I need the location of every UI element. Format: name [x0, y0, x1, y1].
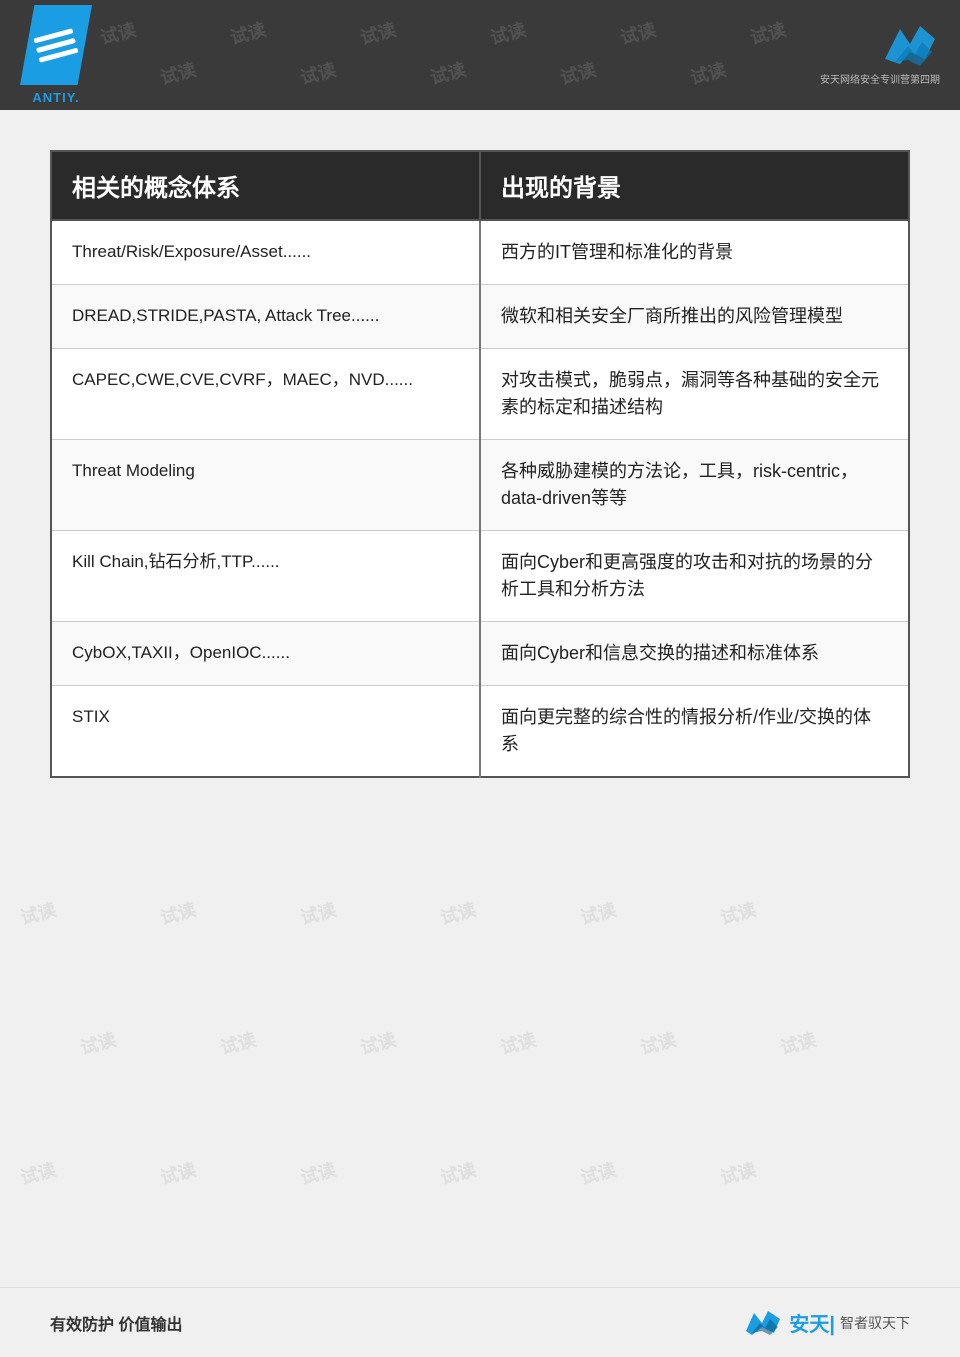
brand-subtitle: 安天网络安全专训营第四期: [820, 71, 940, 86]
concept-table: 相关的概念体系 出现的背景 Threat/Risk/Exposure/Asset…: [50, 150, 910, 778]
wm-2: 试读: [227, 16, 269, 50]
wm-4: 试读: [487, 16, 529, 50]
wm-10: 试读: [557, 56, 599, 90]
page-wm-41: 试读: [297, 896, 339, 930]
table-cell-col1: CAPEC,CWE,CVE,CVRF，MAEC，NVD......: [51, 349, 480, 440]
col2-header: 出现的背景: [480, 151, 909, 220]
wm-9: 试读: [427, 56, 469, 90]
page-wm-55: 试读: [577, 1156, 619, 1190]
table-cell-col1: CybOX,TAXII，OpenIOC......: [51, 622, 480, 686]
page-wm-46: 试读: [217, 1026, 259, 1060]
footer: 有效防护 价值输出 安天| 智者驭天下: [0, 1287, 960, 1357]
footer-brand-text: 安天|: [789, 1308, 835, 1337]
footer-brand-sub: 智者驭天下: [840, 1313, 910, 1333]
wm-11: 试读: [687, 56, 729, 90]
table-cell-col1: Threat/Risk/Exposure/Asset......: [51, 220, 480, 285]
logo-container: ANTIY.: [20, 5, 92, 105]
table-cell-col1: DREAD,STRIDE,PASTA, Attack Tree......: [51, 285, 480, 349]
wm-7: 试读: [157, 56, 199, 90]
table-cell-col2: 各种威胁建模的方法论，工具，risk-centric，data-driven等等: [480, 440, 909, 531]
logo-box: [20, 5, 92, 85]
table-row: DREAD,STRIDE,PASTA, Attack Tree......微软和…: [51, 285, 909, 349]
page-wm-42: 试读: [437, 896, 479, 930]
wm-5: 试读: [617, 16, 659, 50]
table-row: CybOX,TAXII，OpenIOC......面向Cyber和信息交换的描述…: [51, 622, 909, 686]
wm-3: 试读: [357, 16, 399, 50]
table-row: Kill Chain,钻石分析,TTP......面向Cyber和更高强度的攻击…: [51, 531, 909, 622]
table-cell-col2: 面向Cyber和更高强度的攻击和对抗的场景的分析工具和分析方法: [480, 531, 909, 622]
header-watermarks: 试读 试读 试读 试读 试读 试读 试读 试读 试读 试读 试读: [0, 0, 960, 110]
page-wm-50: 试读: [777, 1026, 819, 1060]
footer-bird-icon: [744, 1309, 784, 1337]
table-cell-col2: 西方的IT管理和标准化的背景: [480, 220, 909, 285]
page-wm-51: 试读: [17, 1156, 59, 1190]
wm-8: 试读: [297, 56, 339, 90]
col1-header: 相关的概念体系: [51, 151, 480, 220]
table-cell-col2: 微软和相关安全厂商所推出的风险管理模型: [480, 285, 909, 349]
page-wm-52: 试读: [157, 1156, 199, 1190]
page-wm-47: 试读: [357, 1026, 399, 1060]
wm-1: 试读: [97, 16, 139, 50]
brand-bird-icon: [880, 24, 940, 69]
page-wm-49: 试读: [637, 1026, 679, 1060]
page-wm-48: 试读: [497, 1026, 539, 1060]
footer-logo: 安天| 智者驭天下: [744, 1308, 910, 1337]
page-wm-43: 试读: [577, 896, 619, 930]
table-row: STIX面向更完整的综合性的情报分析/作业/交换的体系: [51, 686, 909, 778]
main-content: 相关的概念体系 出现的背景 Threat/Risk/Exposure/Asset…: [0, 110, 960, 818]
table-cell-col1: STIX: [51, 686, 480, 778]
table-row: Threat/Risk/Exposure/Asset......西方的IT管理和…: [51, 220, 909, 285]
table-cell-col1: Threat Modeling: [51, 440, 480, 531]
page-wm-44: 试读: [717, 896, 759, 930]
table-cell-col2: 对攻击模式，脆弱点，漏洞等各种基础的安全元素的标定和描述结构: [480, 349, 909, 440]
page-wm-56: 试读: [717, 1156, 759, 1190]
table-row: Threat Modeling各种威胁建模的方法论，工具，risk-centri…: [51, 440, 909, 531]
header: 试读 试读 试读 试读 试读 试读 试读 试读 试读 试读 试读 ANTIY. …: [0, 0, 960, 110]
page-wm-45: 试读: [77, 1026, 119, 1060]
page-wm-40: 试读: [157, 896, 199, 930]
page-wm-39: 试读: [17, 896, 59, 930]
footer-left-text: 有效防护 价值输出: [50, 1311, 182, 1335]
brand-right: 安天网络安全专训营第四期: [820, 24, 940, 86]
table-cell-col1: Kill Chain,钻石分析,TTP......: [51, 531, 480, 622]
page-wm-53: 试读: [297, 1156, 339, 1190]
logo-lines: [33, 28, 78, 63]
table-cell-col2: 面向Cyber和信息交换的描述和标准体系: [480, 622, 909, 686]
page-wm-54: 试读: [437, 1156, 479, 1190]
table-row: CAPEC,CWE,CVE,CVRF，MAEC，NVD......对攻击模式，脆…: [51, 349, 909, 440]
logo-text: ANTIY.: [32, 90, 79, 105]
table-cell-col2: 面向更完整的综合性的情报分析/作业/交换的体系: [480, 686, 909, 778]
wm-6: 试读: [747, 16, 789, 50]
